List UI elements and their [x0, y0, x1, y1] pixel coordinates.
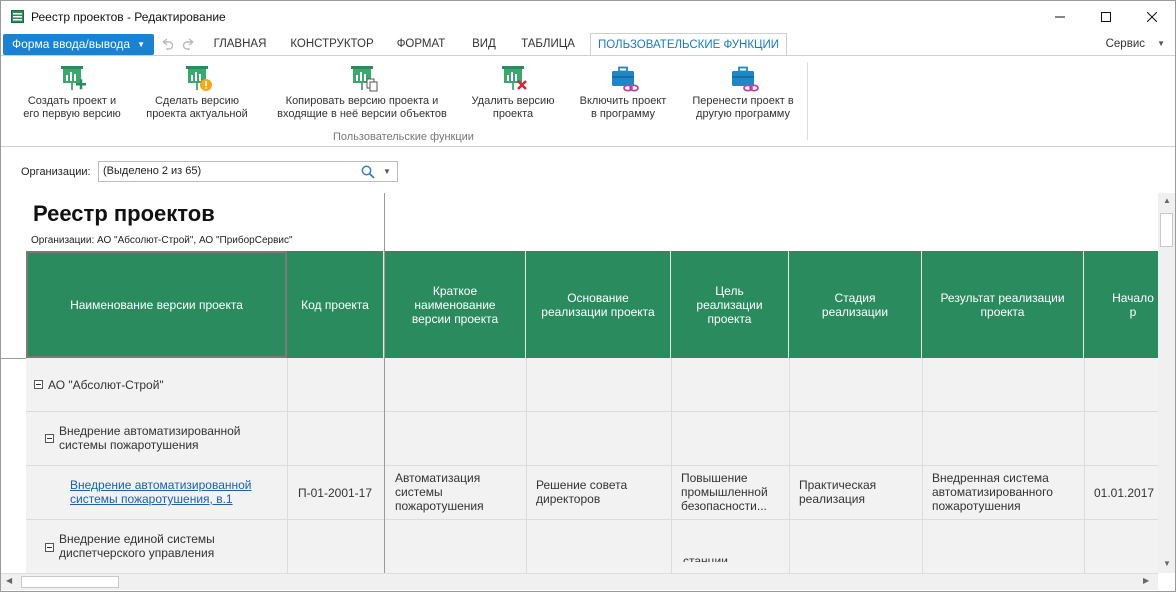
column-header-version-name[interactable]: Наименование версии проекта [26, 251, 287, 358]
column-header-stage[interactable]: Стадия реализации [789, 251, 922, 358]
tab-home[interactable]: ГЛАВНАЯ [205, 32, 275, 56]
ribbon-group-divider [807, 62, 808, 140]
tab-constructor[interactable]: КОНСТРУКТОР [285, 32, 379, 56]
organizations-filter-value: (Выделено 2 из 65) [103, 165, 202, 177]
column-header-start[interactable]: Начало р [1084, 251, 1158, 358]
scroll-up-icon[interactable]: ▲ [1163, 196, 1171, 205]
report-title: Реестр проектов [33, 201, 215, 226]
column-header-goal[interactable]: Цель реализации проекта [671, 251, 789, 358]
copy-version-icon [351, 66, 378, 92]
vertical-scrollbar[interactable]: ▲ ▼ [1158, 193, 1175, 573]
delete-version-label: Удалить версию проекта [471, 95, 555, 120]
undo-icon[interactable] [159, 36, 175, 52]
title-bar: Реестр проектов - Редактирование [1, 1, 1175, 32]
version-link[interactable]: Внедрение автоматизированной системы пож… [70, 478, 252, 506]
grid-line [526, 358, 527, 573]
close-icon [1147, 11, 1157, 22]
delete-version-button[interactable]: Удалить версию проекта [463, 56, 563, 132]
create-project-label: Создать проект и его первую версию [23, 95, 121, 120]
ribbon-panel: Создать проект и его первую версию Сдела… [1, 55, 1175, 147]
tab-table[interactable]: ТАБЛИЦА [515, 32, 581, 56]
column-header-result[interactable]: Результат реализации проекта [922, 251, 1084, 358]
make-current-label: Сделать версию проекта актуальной [146, 95, 248, 120]
horizontal-scroll-thumb[interactable] [21, 576, 119, 588]
copy-version-button[interactable]: Копировать версию проекта и входящие в н… [267, 56, 457, 132]
table-row-group-org[interactable] [26, 358, 1158, 412]
horizontal-scrollbar[interactable]: ◀ ▶ [1, 573, 1158, 590]
maximize-button[interactable] [1083, 1, 1129, 32]
chevron-down-icon: ▼ [137, 40, 145, 49]
collapse-toggle-icon[interactable] [45, 543, 54, 552]
chevron-down-icon[interactable]: ▼ [1157, 32, 1165, 56]
service-menu[interactable]: Сервис [1106, 32, 1145, 56]
cell-stage: Практическая реализация [799, 478, 877, 506]
make-current-button[interactable]: Сделать версию проекта актуальной [138, 56, 256, 132]
include-program-button[interactable]: Включить проект в программу [569, 56, 677, 132]
include-program-label: Включить проект в программу [579, 95, 667, 120]
collapse-toggle-icon[interactable] [34, 380, 43, 389]
row-name-project: Внедрение автоматизированной системы пож… [59, 424, 241, 452]
file-menu-label: Форма ввода/вывода [12, 37, 131, 51]
chevron-down-icon[interactable]: ▼ [383, 163, 391, 181]
ribbon-tab-row: Форма ввода/вывода ▼ ГЛАВНАЯ КОНСТРУКТОР… [1, 32, 1175, 57]
column-header-basis[interactable]: Основание реализации проекта [526, 251, 671, 358]
file-menu-button[interactable]: Форма ввода/вывода ▼ [3, 34, 154, 55]
copy-version-label: Копировать версию проекта и входящие в н… [277, 95, 447, 120]
app-icon [11, 10, 24, 23]
maximize-icon [1101, 11, 1111, 22]
report-subtitle: Организации: АО "Абсолют-Строй", АО "При… [31, 235, 293, 246]
tab-user-functions[interactable]: ПОЛЬЗОВАТЕЛЬСКИЕ ФУНКЦИИ [590, 33, 787, 57]
organizations-filter-label: Организации: [21, 166, 91, 178]
create-project-button[interactable]: Создать проект и его первую версию [13, 56, 131, 132]
vertical-scroll-thumb[interactable] [1160, 213, 1173, 247]
scroll-down-icon[interactable]: ▼ [1163, 559, 1171, 568]
minimize-icon [1055, 16, 1065, 17]
make-current-icon [186, 66, 212, 91]
minimize-button[interactable] [1037, 1, 1083, 32]
move-program-icon [732, 66, 759, 92]
row-name-org: АО "Абсолют-Строй" [48, 378, 164, 392]
column-header-project-code[interactable]: Код проекта [287, 251, 384, 358]
search-icon[interactable] [361, 165, 375, 179]
cell-project-code: П-01-2001-17 [298, 486, 373, 500]
close-button[interactable] [1129, 1, 1175, 32]
grid-line [789, 358, 790, 573]
move-program-button[interactable]: Перенести проект в другую программу [683, 56, 803, 132]
row-name-project-2: Внедрение единой системы диспетчерского … [59, 532, 215, 560]
delete-version-icon [502, 66, 527, 90]
organizations-filter-select[interactable]: (Выделено 2 из 65) ▼ [98, 161, 398, 182]
scroll-right-icon[interactable]: ▶ [1143, 576, 1149, 585]
cell-goal-partial: станции [683, 554, 728, 562]
include-program-icon [612, 66, 639, 92]
redo-icon[interactable] [181, 36, 197, 52]
cell-result: Внедренная система автоматизированного п… [932, 471, 1053, 513]
cell-start-date: 01.01.2017 [1094, 486, 1155, 500]
freeze-divider [384, 193, 385, 573]
cell-goal: Повышение промышленной безопасности... [681, 471, 768, 513]
column-header-short-name[interactable]: Краткое наименование версии проекта [385, 251, 526, 358]
collapse-toggle-icon[interactable] [45, 434, 54, 443]
grid-line [922, 358, 923, 573]
scroll-left-icon[interactable]: ◀ [6, 576, 12, 585]
create-project-icon [61, 66, 86, 90]
cell-basis: Решение совета директоров [536, 478, 628, 506]
cell-short-name: Автоматизация системы пожаротушения [395, 471, 484, 513]
tab-view[interactable]: ВИД [463, 32, 505, 56]
tab-format[interactable]: ФОРМАТ [389, 32, 453, 56]
grid-line [671, 358, 672, 573]
grid-line [1084, 358, 1085, 573]
grid-line [287, 358, 288, 573]
app-window: Реестр проектов - Редактирование Форма в… [0, 0, 1176, 592]
move-program-label: Перенести проект в другую программу [692, 95, 794, 120]
ribbon-group-label: Пользовательские функции [333, 131, 474, 143]
report-grid: Реестр проектов Организации: АО "Абсолют… [1, 193, 1158, 573]
window-title: Реестр проектов - Редактирование [31, 10, 226, 24]
row-header-divider [1, 358, 26, 359]
